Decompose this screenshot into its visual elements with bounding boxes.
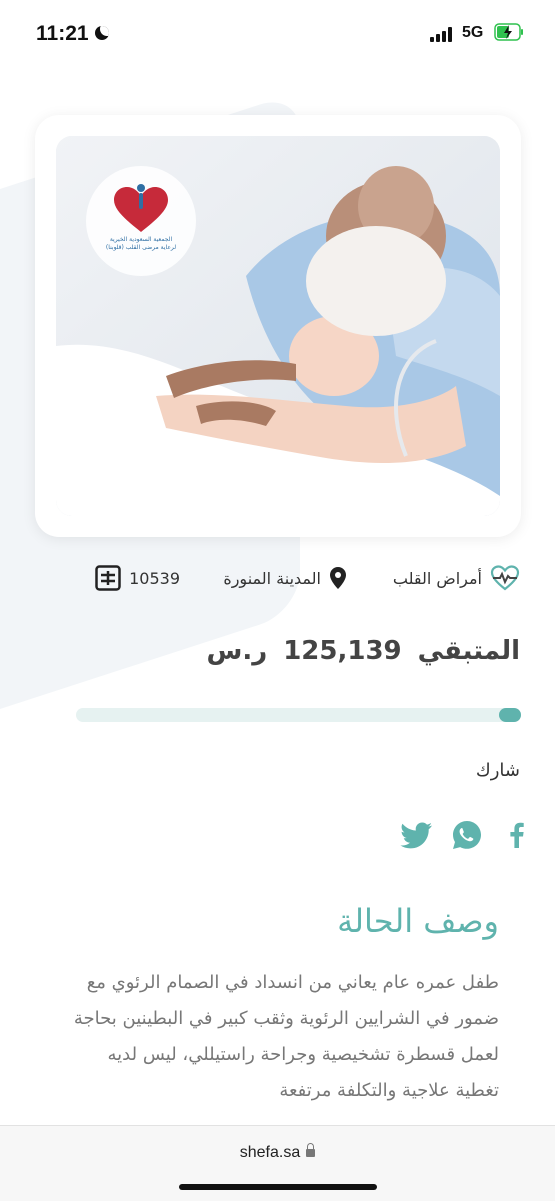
- network-type: 5G: [462, 24, 484, 41]
- currency-label: ر.س: [206, 636, 268, 666]
- lock-icon: [306, 1142, 316, 1157]
- remaining-value: 125,139: [283, 636, 402, 666]
- case-number-icon: [95, 565, 121, 591]
- donation-progress-bar: [76, 708, 521, 722]
- browser-address-bar[interactable]: shefa.sa: [0, 1125, 555, 1201]
- url-text: shefa.sa: [239, 1144, 301, 1161]
- charity-logo: الجمعية السعودية الخيرية لرعاية مرضى الق…: [86, 166, 196, 276]
- moon-icon: [95, 26, 109, 40]
- whatsapp-icon[interactable]: [450, 818, 484, 852]
- remaining-amount: المتبقي 125,139 ر.س: [206, 636, 520, 666]
- case-info-row: أمراض القلب المدينة المنورة 10539: [0, 560, 555, 596]
- battery-icon: [494, 23, 523, 41]
- share-buttons: [400, 818, 530, 854]
- case-card[interactable]: الجمعية السعودية الخيرية لرعاية مرضى الق…: [35, 115, 521, 537]
- city-label: المدينة المنورة: [223, 568, 321, 588]
- location-pin-icon: [330, 567, 346, 589]
- signal-icon: [430, 26, 456, 42]
- status-time: 11:21: [36, 22, 89, 45]
- home-indicator[interactable]: [179, 1184, 377, 1190]
- heart-logo-icon: [114, 184, 168, 232]
- status-bar: 11:21 5G: [0, 0, 555, 70]
- url-display[interactable]: shefa.sa: [0, 1142, 555, 1162]
- progress-fill: [498, 708, 521, 722]
- facebook-icon[interactable]: [500, 818, 534, 852]
- case-photo: الجمعية السعودية الخيرية لرعاية مرضى الق…: [56, 136, 500, 516]
- logo-text: الجمعية السعودية الخيرية لرعاية مرضى الق…: [105, 236, 177, 251]
- remaining-label: المتبقي: [417, 636, 520, 666]
- description-text: طفل عمره عام يعاني من انسداد في الصمام ا…: [73, 972, 499, 1101]
- heart-pulse-icon: [490, 565, 520, 591]
- city-item: المدينة المنورة: [223, 560, 347, 596]
- description-title: وصف الحالة: [337, 902, 499, 940]
- case-id: 10539: [129, 568, 180, 588]
- case-id-item: 10539: [95, 560, 180, 596]
- category-label: أمراض القلب: [392, 568, 482, 588]
- twitter-icon[interactable]: [400, 818, 434, 852]
- share-label: شارك: [475, 760, 520, 781]
- category-item: أمراض القلب: [393, 560, 520, 596]
